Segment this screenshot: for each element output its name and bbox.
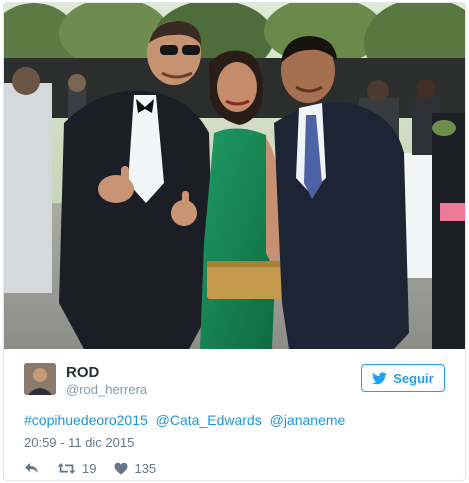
- tweet-footer: ROD @rod_herrera Seguir #copihuedeoro201…: [4, 349, 465, 480]
- tweet-text: #copihuedeoro2015 @Cata_Edwards @jananem…: [24, 412, 349, 428]
- author-name[interactable]: ROD: [66, 364, 99, 381]
- heart-icon: [114, 462, 128, 474]
- twitter-bird-icon: [372, 371, 388, 384]
- retweet-button[interactable]: 19: [57, 461, 96, 476]
- hashtag-link[interactable]: #copihuedeoro2015: [24, 412, 148, 428]
- tweet-actions: 19 135: [24, 459, 174, 477]
- retweet-count: 19: [82, 460, 97, 476]
- reply-button[interactable]: [24, 462, 39, 475]
- reply-icon: [25, 462, 38, 473]
- like-button[interactable]: 135: [114, 461, 156, 476]
- follow-button-label: Seguir: [393, 370, 434, 386]
- author-handle[interactable]: @rod_herrera: [66, 382, 147, 397]
- follow-button[interactable]: Seguir: [361, 364, 445, 392]
- tweet-photo[interactable]: [4, 3, 465, 349]
- retweet-icon: [57, 462, 76, 474]
- event-photo: [4, 3, 465, 349]
- like-count: 135: [134, 460, 157, 476]
- tweet-timestamp[interactable]: 20:59 - 11 dic 2015: [24, 435, 134, 450]
- user-avatar[interactable]: [24, 363, 56, 395]
- tweet-card: ROD @rod_herrera Seguir #copihuedeoro201…: [3, 2, 466, 481]
- mention-link-jananeme[interactable]: @jananeme: [270, 412, 346, 428]
- mention-link-cata[interactable]: @Cata_Edwards: [156, 412, 262, 428]
